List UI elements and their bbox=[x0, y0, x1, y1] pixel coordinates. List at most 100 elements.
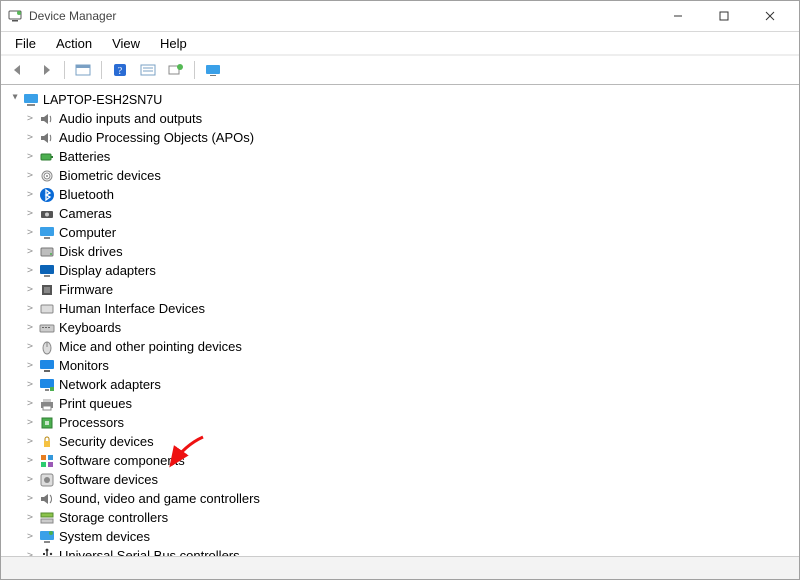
chevron-right-icon[interactable]: > bbox=[23, 398, 37, 409]
tree-category[interactable]: > Bluetooth bbox=[23, 185, 799, 204]
category-label: Security devices bbox=[59, 434, 154, 449]
category-label: Cameras bbox=[59, 206, 112, 221]
cpu-icon bbox=[39, 415, 55, 431]
tree-category[interactable]: > Firmware bbox=[23, 280, 799, 299]
svg-text:?: ? bbox=[118, 66, 123, 77]
tree-category[interactable]: > Software devices bbox=[23, 470, 799, 489]
display-icon bbox=[39, 263, 55, 279]
category-label: Batteries bbox=[59, 149, 110, 164]
software-icon bbox=[39, 472, 55, 488]
tree-category[interactable]: >Network adapters bbox=[23, 375, 799, 394]
device-manager-window: Device Manager File Action View Help ? ▸… bbox=[0, 0, 800, 580]
category-label: Audio inputs and outputs bbox=[59, 111, 202, 126]
category-label: Human Interface Devices bbox=[59, 301, 205, 316]
tree-category[interactable]: > Batteries bbox=[23, 147, 799, 166]
tree-category[interactable]: > Software components bbox=[23, 451, 799, 470]
expand-icon[interactable]: ▸ bbox=[10, 94, 21, 106]
tree-category[interactable]: >Display adapters bbox=[23, 261, 799, 280]
chevron-right-icon[interactable]: > bbox=[23, 322, 37, 333]
computer-icon bbox=[23, 92, 39, 108]
tree-root[interactable]: ▸ LAPTOP-ESH2SN7U bbox=[5, 91, 799, 109]
tree-category[interactable]: > Audio inputs and outputs bbox=[23, 109, 799, 128]
chevron-right-icon[interactable]: > bbox=[23, 265, 37, 276]
tree-category[interactable]: > Biometric devices bbox=[23, 166, 799, 185]
chip-icon bbox=[39, 282, 55, 298]
chevron-right-icon[interactable]: > bbox=[23, 170, 37, 181]
tree-category[interactable]: > Human Interface Devices bbox=[23, 299, 799, 318]
tree-category[interactable]: >Universal Serial Bus controllers bbox=[23, 546, 799, 556]
chevron-right-icon[interactable]: > bbox=[23, 379, 37, 390]
close-button[interactable] bbox=[747, 1, 793, 31]
speaker-icon bbox=[39, 130, 55, 146]
chevron-right-icon[interactable]: > bbox=[23, 474, 37, 485]
category-label: Firmware bbox=[59, 282, 113, 297]
menu-view[interactable]: View bbox=[102, 34, 150, 53]
chevron-right-icon[interactable]: > bbox=[23, 531, 37, 542]
menu-help[interactable]: Help bbox=[150, 34, 197, 53]
tree-category[interactable]: >Disk drives bbox=[23, 242, 799, 261]
chevron-right-icon[interactable]: > bbox=[23, 246, 37, 257]
tree-category[interactable]: > Security devices bbox=[23, 432, 799, 451]
device-tree[interactable]: ▸ LAPTOP-ESH2SN7U > Audio inputs and outp… bbox=[1, 85, 799, 556]
tree-category[interactable]: >Computer bbox=[23, 223, 799, 242]
tree-category[interactable]: > Cameras bbox=[23, 204, 799, 223]
tree-category[interactable]: > Monitors bbox=[23, 356, 799, 375]
window-title: Device Manager bbox=[29, 9, 116, 23]
scan-hardware-button[interactable] bbox=[163, 58, 189, 82]
add-legacy-button[interactable] bbox=[200, 58, 226, 82]
tree-category[interactable]: >Audio Processing Objects (APOs) bbox=[23, 128, 799, 147]
category-label: Storage controllers bbox=[59, 510, 168, 525]
menubar: File Action View Help bbox=[1, 32, 799, 55]
hid-icon bbox=[39, 301, 55, 317]
chevron-right-icon[interactable]: > bbox=[23, 436, 37, 447]
menu-action[interactable]: Action bbox=[46, 34, 102, 53]
back-button[interactable] bbox=[5, 58, 31, 82]
chevron-right-icon[interactable]: > bbox=[23, 189, 37, 200]
chevron-right-icon[interactable]: > bbox=[23, 341, 37, 352]
tree-category[interactable]: >Mice and other pointing devices bbox=[23, 337, 799, 356]
bluetooth-icon bbox=[39, 187, 55, 203]
chevron-right-icon[interactable]: > bbox=[23, 417, 37, 428]
toolbar-separator bbox=[194, 61, 195, 79]
tree-category[interactable]: > Print queues bbox=[23, 394, 799, 413]
forward-button[interactable] bbox=[33, 58, 59, 82]
chevron-right-icon[interactable]: > bbox=[23, 360, 37, 371]
properties-button[interactable] bbox=[135, 58, 161, 82]
chevron-right-icon[interactable]: > bbox=[23, 227, 37, 238]
chevron-right-icon[interactable]: > bbox=[23, 113, 37, 124]
chevron-right-icon[interactable]: > bbox=[23, 493, 37, 504]
root-label: LAPTOP-ESH2SN7U bbox=[43, 93, 162, 107]
monitor-icon bbox=[39, 225, 55, 241]
tree-category[interactable]: >System devices bbox=[23, 527, 799, 546]
category-label: Software components bbox=[59, 453, 185, 468]
chevron-right-icon[interactable]: > bbox=[23, 151, 37, 162]
menu-file[interactable]: File bbox=[5, 34, 46, 53]
usb-icon bbox=[39, 548, 55, 557]
help-button[interactable]: ? bbox=[107, 58, 133, 82]
chevron-right-icon[interactable]: > bbox=[23, 512, 37, 523]
chevron-right-icon[interactable]: > bbox=[23, 303, 37, 314]
maximize-button[interactable] bbox=[701, 1, 747, 31]
statusbar bbox=[1, 556, 799, 579]
sound-icon bbox=[39, 491, 55, 507]
chevron-right-icon[interactable]: > bbox=[23, 208, 37, 219]
show-hidden-button[interactable] bbox=[70, 58, 96, 82]
tree-category[interactable]: >Keyboards bbox=[23, 318, 799, 337]
category-label: Biometric devices bbox=[59, 168, 161, 183]
toolbar-separator bbox=[101, 61, 102, 79]
chevron-right-icon[interactable]: > bbox=[23, 132, 37, 143]
tree-category[interactable]: > Storage controllers bbox=[23, 508, 799, 527]
category-label: Monitors bbox=[59, 358, 109, 373]
category-label: Software devices bbox=[59, 472, 158, 487]
app-icon bbox=[7, 8, 23, 24]
storage-icon bbox=[39, 510, 55, 526]
tree-category[interactable]: >Processors bbox=[23, 413, 799, 432]
tree-category[interactable]: >Sound, video and game controllers bbox=[23, 489, 799, 508]
minimize-button[interactable] bbox=[655, 1, 701, 31]
chevron-right-icon[interactable]: > bbox=[23, 455, 37, 466]
chevron-right-icon[interactable]: > bbox=[23, 284, 37, 295]
network-icon bbox=[39, 377, 55, 393]
category-label: Bluetooth bbox=[59, 187, 114, 202]
chevron-right-icon[interactable]: > bbox=[23, 550, 37, 556]
category-label: Print queues bbox=[59, 396, 132, 411]
